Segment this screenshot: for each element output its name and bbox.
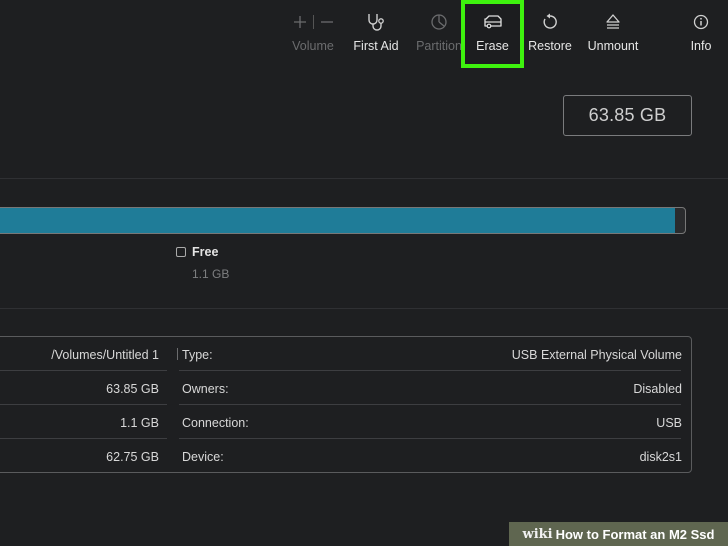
row-divider bbox=[0, 404, 167, 405]
plus-icon[interactable] bbox=[293, 15, 307, 29]
legend-size: 1.1 GB bbox=[192, 267, 230, 281]
volume-label: Volume bbox=[292, 39, 334, 53]
divider-middle bbox=[0, 308, 728, 309]
device-label: Device: bbox=[182, 450, 224, 464]
partition-button[interactable]: Partition bbox=[410, 0, 468, 70]
legend-title: Free bbox=[192, 245, 219, 259]
row-divider bbox=[0, 370, 167, 371]
usage-bar bbox=[0, 207, 686, 234]
connection-value: USB bbox=[656, 416, 682, 430]
capacity-display: 63.85 GB bbox=[563, 95, 692, 136]
restore-label: Restore bbox=[528, 39, 572, 53]
stethoscope-icon bbox=[368, 14, 384, 31]
unmount-label: Unmount bbox=[587, 39, 639, 53]
eraser-icon bbox=[483, 15, 502, 29]
capacity-value: 63.85 GB bbox=[106, 382, 159, 396]
partition-label: Partition bbox=[416, 39, 462, 53]
divider-top bbox=[0, 178, 728, 179]
partition-pie-icon bbox=[431, 14, 447, 30]
restore-arrow-icon bbox=[543, 13, 557, 29]
info-label: Info bbox=[690, 39, 712, 53]
column-divider bbox=[177, 348, 178, 360]
first-aid-button[interactable]: First Aid bbox=[346, 0, 406, 70]
row-divider bbox=[179, 370, 681, 371]
device-value: disk2s1 bbox=[639, 450, 682, 464]
mount-point-value: /Volumes/Untitled 1 bbox=[51, 348, 159, 362]
volume-info-table: /Volumes/Untitled 1 63.85 GB 1.1 GB 62.7… bbox=[0, 336, 692, 473]
erase-button[interactable]: Erase bbox=[465, 0, 520, 70]
toolbar: Volume First Aid Partition Erase Restore… bbox=[0, 0, 728, 70]
row-divider bbox=[179, 438, 681, 439]
used-value: 62.75 GB bbox=[106, 450, 159, 464]
row-divider bbox=[0, 438, 167, 439]
available-value: 1.1 GB bbox=[120, 416, 159, 430]
type-label: Type: bbox=[182, 348, 213, 362]
legend-color-swatch bbox=[176, 247, 186, 257]
owners-label: Owners: bbox=[182, 382, 229, 396]
owners-value: Disabled bbox=[633, 382, 682, 396]
restore-button[interactable]: Restore bbox=[524, 0, 576, 70]
watermark-wiki-logo: wiki bbox=[522, 526, 553, 542]
eject-icon bbox=[606, 14, 620, 29]
minus-icon[interactable] bbox=[320, 15, 334, 29]
usage-bar-fill bbox=[0, 208, 675, 233]
type-value: USB External Physical Volume bbox=[511, 348, 682, 362]
watermark-title: How to Format an M2 Ssd bbox=[555, 526, 715, 542]
volume-button[interactable]: Volume bbox=[286, 0, 340, 70]
erase-label: Erase bbox=[476, 39, 509, 53]
row-divider bbox=[179, 404, 681, 405]
first-aid-label: First Aid bbox=[353, 39, 399, 53]
info-button[interactable]: Info bbox=[682, 0, 720, 70]
volume-separator bbox=[312, 15, 314, 29]
unmount-button[interactable]: Unmount bbox=[583, 0, 643, 70]
wikihow-watermark: wiki How to Format an M2 Ssd bbox=[509, 522, 728, 546]
info-icon bbox=[693, 14, 709, 30]
connection-label: Connection: bbox=[182, 416, 249, 430]
